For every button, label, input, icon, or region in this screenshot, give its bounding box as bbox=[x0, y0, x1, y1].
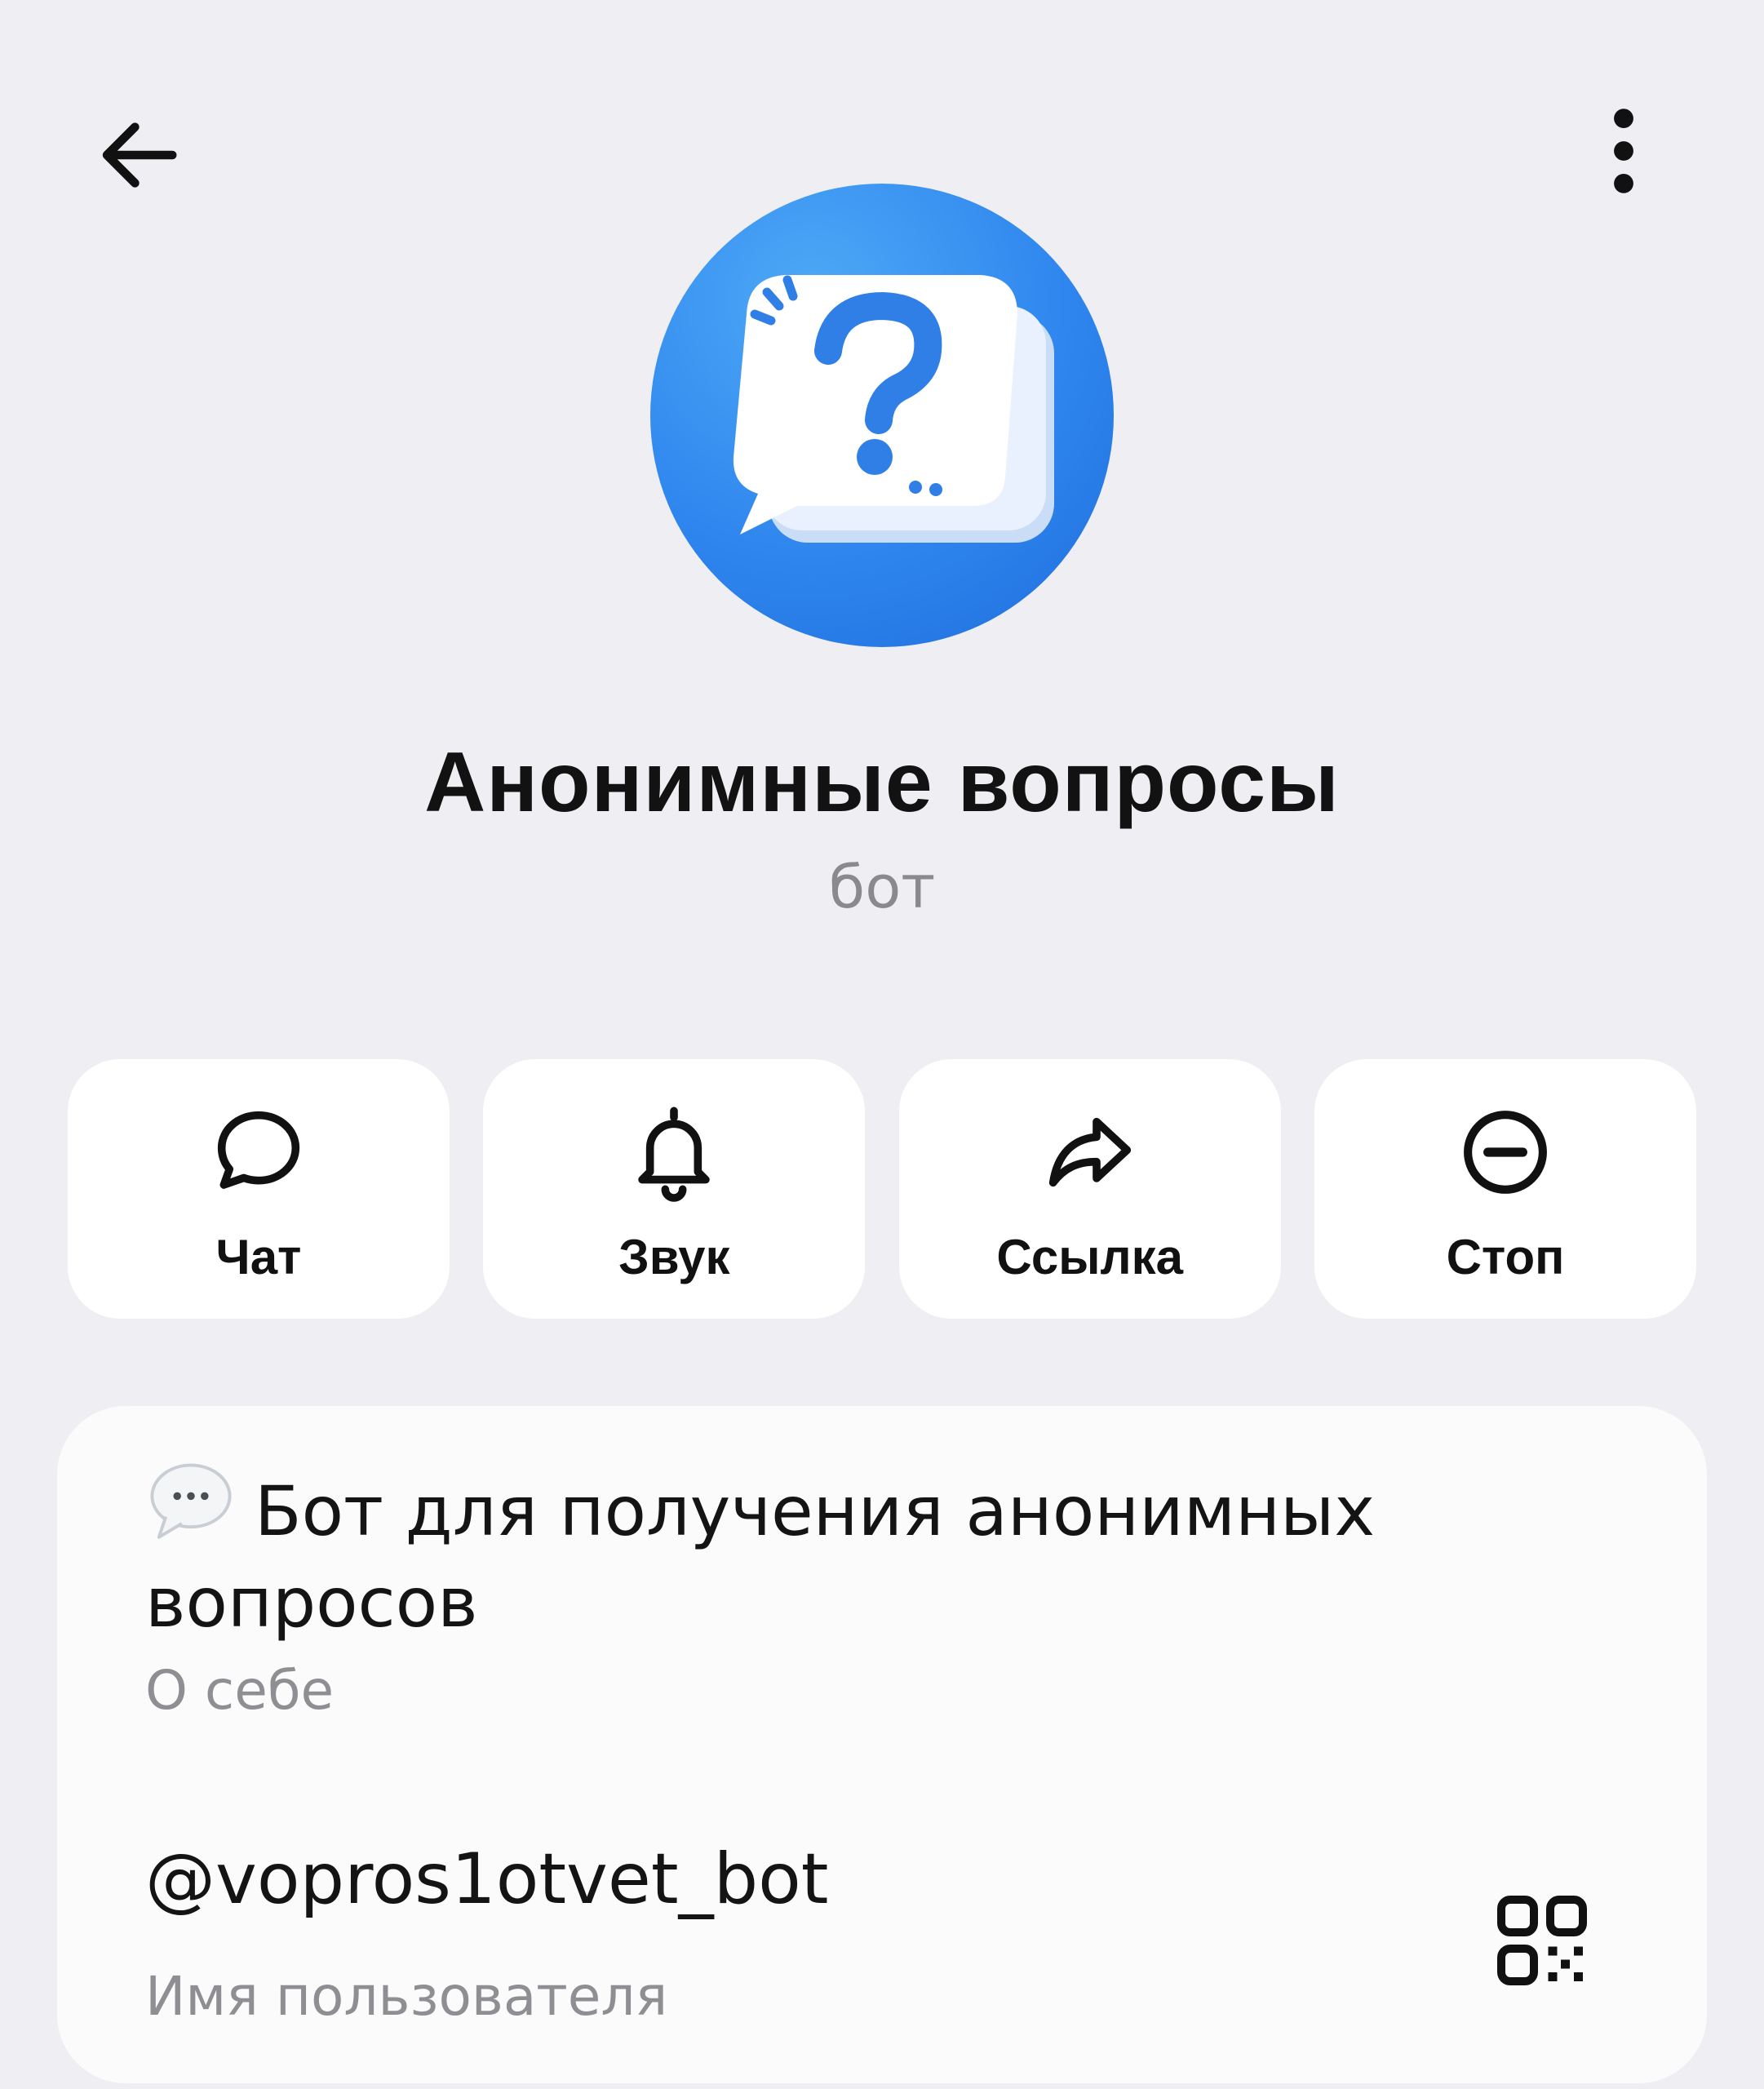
back-button[interactable] bbox=[78, 94, 200, 216]
bio-text-value: Бот для получения анонимных вопросов bbox=[145, 1471, 1376, 1643]
more-vertical-icon bbox=[1614, 109, 1633, 193]
link-button-label: Ссылка bbox=[996, 1230, 1183, 1284]
bio-caption: О себе bbox=[145, 1659, 335, 1722]
action-bar: Чат Звук Ссылка Стоп bbox=[68, 1059, 1696, 1319]
bio-text[interactable]: Бот для получения анонимных вопросов bbox=[145, 1455, 1630, 1648]
sound-button[interactable]: Звук bbox=[483, 1059, 866, 1319]
question-chat-bubbles-icon bbox=[733, 275, 1054, 543]
profile-name: Анонимные вопросы bbox=[424, 735, 1340, 830]
username-value[interactable]: @vopros1otvet_bot bbox=[145, 1838, 829, 1920]
qr-code-icon bbox=[1497, 1896, 1587, 1985]
block-minus-icon bbox=[1464, 1111, 1547, 1194]
avatar[interactable] bbox=[650, 184, 1114, 647]
chat-button-label: Чат bbox=[215, 1230, 302, 1284]
profile-status: бот bbox=[828, 853, 936, 921]
share-arrow-icon bbox=[1048, 1117, 1131, 1187]
more-options-button[interactable] bbox=[1562, 90, 1685, 212]
chat-button[interactable]: Чат bbox=[68, 1059, 450, 1319]
speech-balloon-icon bbox=[150, 1463, 232, 1539]
chat-bubble-icon bbox=[217, 1111, 300, 1189]
info-card: Бот для получения анонимных вопросов О с… bbox=[57, 1406, 1707, 2083]
stop-button[interactable]: Стоп bbox=[1314, 1059, 1696, 1319]
bell-icon bbox=[638, 1107, 711, 1202]
sound-button-label: Звук bbox=[618, 1230, 730, 1284]
arrow-left-icon bbox=[102, 122, 177, 188]
qr-code-button[interactable] bbox=[1477, 1875, 1607, 2006]
stop-button-label: Стоп bbox=[1446, 1230, 1565, 1284]
username-caption: Имя пользователя bbox=[145, 1965, 668, 2028]
link-button[interactable]: Ссылка bbox=[898, 1059, 1281, 1319]
